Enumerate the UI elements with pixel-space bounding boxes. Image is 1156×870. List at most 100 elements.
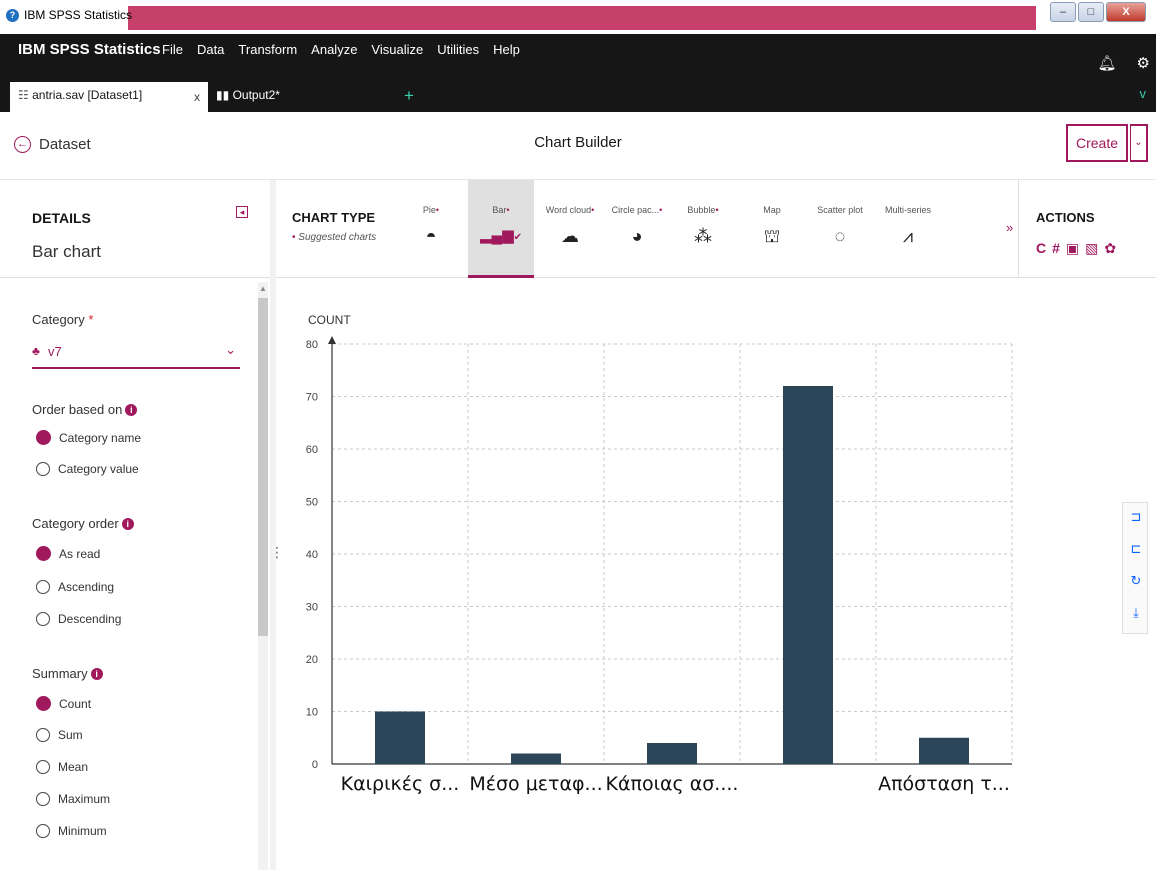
bar-chart: 0 10 20 30 40 50 60 70 80 COUNT Καιρικές σ... Μέσο …: [306, 313, 1013, 795]
minimize-button[interactable]: –: [1050, 2, 1076, 22]
info-icon[interactable]: i: [90, 668, 103, 680]
radio-descending[interactable]: Descending: [36, 612, 121, 626]
bar: [511, 753, 561, 764]
create-dropdown-chevron-icon[interactable]: ⌄: [1130, 124, 1148, 162]
tab-output[interactable]: ▮▮ Output2*: [216, 88, 280, 102]
scrollbar-thumb[interactable]: [258, 298, 268, 636]
y-tick-label: 50: [306, 497, 318, 509]
window-title: ? IBM SPSS Statistics: [6, 8, 132, 22]
collapse-panel-icon[interactable]: ◂: [236, 206, 248, 218]
details-header: DETAILS Bar chart ◂: [0, 180, 270, 278]
output-tab-icon: ▮▮: [216, 88, 230, 102]
info-icon[interactable]: i: [121, 518, 134, 530]
radio-mean[interactable]: Mean: [36, 760, 88, 774]
hash-icon[interactable]: #: [1052, 240, 1060, 257]
radio-category-name[interactable]: Category name: [36, 430, 141, 445]
bar: [647, 743, 697, 764]
panel-divider: [270, 180, 276, 870]
radio-unselected-icon: [36, 824, 50, 838]
details-label: DETAILS: [32, 210, 91, 226]
chart-type-map[interactable]: Map ⛫: [750, 180, 794, 278]
download-icon[interactable]: ⤓: [1123, 605, 1149, 621]
menu-transform[interactable]: Transform: [238, 42, 297, 57]
tabs-chevron-down-icon[interactable]: v: [1140, 86, 1147, 101]
radio-unselected-icon: [36, 580, 50, 594]
chart-type-bar-label: Bar: [492, 205, 507, 215]
export-pdf-icon[interactable]: ▣: [1066, 240, 1079, 257]
menu-utilities[interactable]: Utilities: [437, 42, 479, 57]
document-tabs: ☷ antria.sav [Dataset1] x ▮▮ Output2* + …: [0, 82, 1156, 112]
radio-maximum[interactable]: Maximum: [36, 792, 110, 806]
scroll-up-icon[interactable]: ▲: [259, 284, 267, 293]
chart-type-circle-packing[interactable]: Circle pac...• ◕: [604, 180, 670, 278]
chart-type-multi-series[interactable]: Multi-series ⩘: [878, 180, 938, 278]
menu-items: File Data Transform Analyze Visualize Ut…: [162, 42, 520, 57]
radio-ascending[interactable]: Ascending: [36, 580, 114, 594]
left-panel-scrollbar[interactable]: ▲: [258, 282, 268, 870]
chart-type-scatter-plot[interactable]: Scatter plot ◌: [810, 180, 870, 278]
menu-help[interactable]: Help: [493, 42, 520, 57]
more-chart-types-chevron-icon[interactable]: »: [1006, 220, 1013, 235]
radio-category-value[interactable]: Category value: [36, 462, 139, 476]
menu-bar: IBM SPSS Statistics File Data Transform …: [0, 34, 1156, 82]
y-tick-label: 80: [306, 339, 318, 351]
gear-icon[interactable]: ✿: [1104, 240, 1116, 257]
chart-type-map-label: Map: [763, 205, 781, 215]
refresh-icon[interactable]: C: [1036, 240, 1046, 257]
radio-minimum[interactable]: Minimum: [36, 824, 107, 838]
y-axis-arrow: [328, 336, 336, 344]
maximize-button[interactable]: □: [1078, 2, 1104, 22]
radio-selected-icon: [36, 546, 51, 561]
radio-sum[interactable]: Sum: [36, 728, 83, 742]
chart-type-bubble[interactable]: Bubble• ⁂: [678, 180, 728, 278]
multi-series-icon: ⩘: [902, 226, 914, 246]
add-tab-button[interactable]: +: [404, 86, 414, 106]
action-icons: C # ▣ ▧ ✿: [1036, 240, 1116, 257]
x-category-label: Απόσταση τ...: [878, 773, 1010, 795]
chart-type-bar-option[interactable]: Bar• ▂▄▆✔: [468, 180, 534, 278]
bar: [783, 386, 833, 764]
close-tab-button[interactable]: x: [194, 90, 200, 104]
menu-file[interactable]: File: [162, 42, 183, 57]
close-window-button[interactable]: X: [1106, 2, 1146, 22]
radio-as-read[interactable]: As read: [36, 546, 100, 561]
chart-type-label: CHART TYPE: [292, 210, 376, 225]
settings-gear-icon[interactable]: ⚙: [1137, 54, 1150, 72]
menu-data[interactable]: Data: [197, 42, 224, 57]
crop-icon[interactable]: ⊐: [1123, 509, 1149, 525]
chart-type-scatter-plot-label: Scatter plot: [817, 205, 863, 215]
chart-type-bubble-label: Bubble: [687, 205, 716, 215]
chart-type-word-cloud[interactable]: Word cloud• ☁: [538, 180, 602, 278]
category-select[interactable]: ♣ v7 ⌄: [32, 336, 240, 369]
radio-selected-icon: [36, 696, 51, 711]
chart-tools: ⊐ ⊏ ↻ ⤓: [1122, 502, 1148, 634]
chart-type-pie[interactable]: Pie• ◓: [404, 180, 458, 278]
order-based-on-title: Order based on i: [32, 402, 138, 417]
tab-dataset[interactable]: ☷ antria.sav [Dataset1] x: [10, 82, 208, 112]
export-image-icon[interactable]: ▧: [1085, 240, 1098, 257]
radio-selected-icon: [36, 430, 51, 445]
brand-name: IBM SPSS Statistics: [18, 41, 161, 58]
chart-type-multi-series-label: Multi-series: [884, 205, 931, 215]
title-bar-strip: [128, 6, 1036, 30]
info-icon[interactable]: i: [125, 404, 138, 416]
drag-handle-icon[interactable]: ⋮: [270, 544, 284, 561]
category-label: Category *: [32, 312, 94, 327]
window-controls: – □ X: [1050, 2, 1146, 22]
category-value: v7: [48, 344, 62, 359]
copy-icon[interactable]: ⊏: [1123, 541, 1149, 557]
chevron-down-icon: ⌄: [225, 342, 236, 357]
radio-unselected-icon: [36, 728, 50, 742]
chart-type-word-cloud-label: Word cloud: [545, 205, 592, 215]
brand: IBM SPSS Statistics: [18, 41, 161, 58]
notification-bell-icon[interactable]: 🔔︎: [1098, 54, 1117, 72]
menu-visualize[interactable]: Visualize: [371, 42, 423, 57]
create-button[interactable]: Create: [1066, 124, 1128, 162]
nominal-variable-icon: ♣: [32, 344, 40, 358]
menu-analyze[interactable]: Analyze: [311, 42, 357, 57]
reset-icon[interactable]: ↻: [1123, 573, 1149, 589]
page-title: Chart Builder: [534, 134, 622, 151]
radio-count[interactable]: Count: [36, 696, 91, 711]
spss-app-icon: ?: [6, 8, 19, 22]
chart-type-circle-packing-label: Circle pac...: [611, 205, 660, 215]
